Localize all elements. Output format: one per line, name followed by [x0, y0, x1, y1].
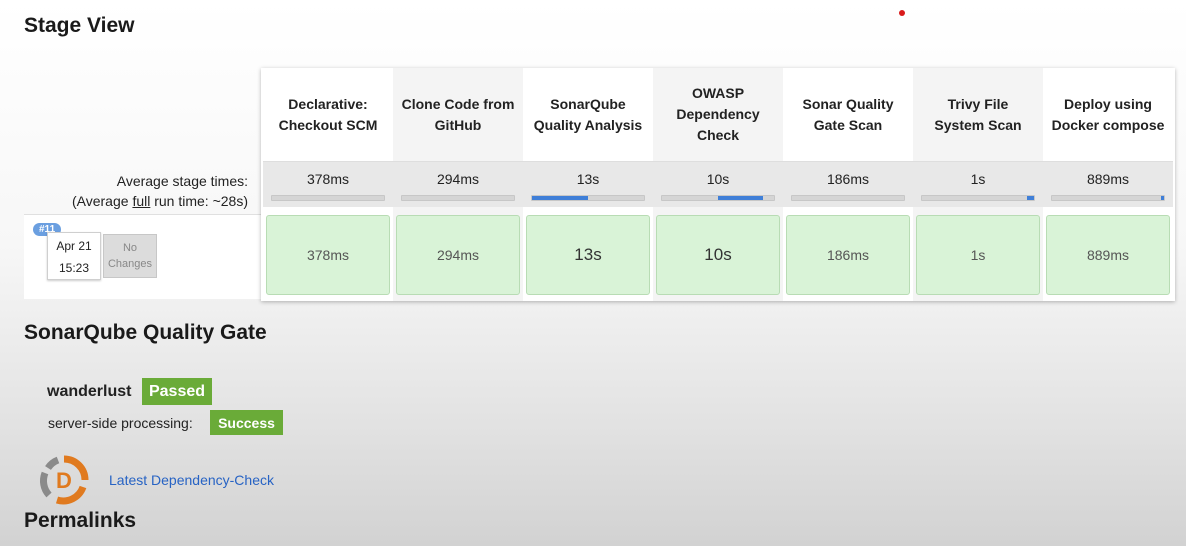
stage-column: SonarQube Quality Analysis 13s 13s [523, 68, 653, 301]
stage-column: Declarative: Checkout SCM 378ms 378ms [263, 68, 393, 301]
stage-progress-bar [661, 195, 775, 201]
quality-gate-status-badge: Passed [142, 378, 212, 405]
stage-average-value: 1s [970, 171, 986, 187]
dependency-check-logo-icon: D [40, 455, 89, 505]
stage-average-time: 10s [653, 161, 783, 207]
red-dot-indicator [899, 10, 905, 16]
sonarqube-quality-gate-title: SonarQube Quality Gate [24, 321, 267, 344]
stage-average-time: 13s [523, 161, 653, 207]
stage-average-time: 186ms [783, 161, 913, 207]
permalinks-title: Permalinks [24, 509, 137, 532]
stage-view-title: Stage View [24, 14, 135, 37]
stage-average-time: 294ms [393, 161, 523, 207]
stage-average-value: 294ms [436, 171, 480, 187]
stage-column: Sonar Quality Gate Scan 186ms 186ms [783, 68, 913, 301]
full-run-time-link[interactable]: full [132, 193, 150, 209]
stage-average-value: 10s [706, 171, 730, 187]
stage-result-cell[interactable]: 13s [526, 215, 650, 295]
stage-progress-fill [532, 196, 588, 200]
build-date: Apr 21 [56, 239, 92, 253]
no-changes-box[interactable]: No Changes [103, 234, 157, 278]
stage-progress-bar [271, 195, 385, 201]
stage-average-value: 889ms [1086, 171, 1130, 187]
quality-gate-project-name: wanderlust [47, 383, 132, 400]
build-row: #11 Apr 21 15:23 No Changes [24, 214, 261, 299]
server-side-processing-label: server-side processing: [48, 415, 193, 431]
stage-header: Sonar Quality Gate Scan [802, 95, 894, 133]
stage-progress-bar [1051, 195, 1165, 201]
stage-result-cell[interactable]: 10s [656, 215, 780, 295]
stage-progress-fill [1027, 196, 1034, 200]
stage-result-cell[interactable]: 294ms [396, 215, 520, 295]
stage-average-time: 378ms [263, 161, 393, 207]
stage-result-cell[interactable]: 378ms [266, 215, 390, 295]
stage-average-value: 186ms [826, 171, 870, 187]
stage-column: Deploy using Docker compose 889ms 889ms [1043, 68, 1173, 301]
latest-dependency-check-link[interactable]: Latest Dependency-Check [109, 472, 274, 488]
stage-header: Declarative: Checkout SCM [278, 95, 378, 133]
build-time: 15:23 [58, 261, 90, 275]
stage-progress-fill [1160, 196, 1164, 200]
stage-progress-bar [401, 195, 515, 201]
stage-progress-bar [531, 195, 645, 201]
stage-header: Deploy using Docker compose [1051, 95, 1165, 133]
stage-table: Declarative: Checkout SCM 378ms 378ms Clone… [261, 68, 1175, 301]
stage-average-time: 1s [913, 161, 1043, 207]
average-run-time-text: (Average full run time: ~28s) [71, 193, 248, 209]
stage-average-value: 13s [576, 171, 600, 187]
stage-result-cell[interactable]: 1s [916, 215, 1040, 295]
stage-result-cell[interactable]: 889ms [1046, 215, 1170, 295]
average-stage-times-text: Average stage times: [116, 173, 248, 189]
stage-header: Trivy File System Scan [934, 95, 1022, 133]
average-stage-times-label: Average stage times: (Average full run t… [72, 171, 248, 211]
build-date-box[interactable]: Apr 21 15:23 [47, 232, 101, 280]
stage-column: Clone Code from GitHub 294ms 294ms [393, 68, 523, 301]
stage-column: Trivy File System Scan 1s 1s [913, 68, 1043, 301]
stage-average-value: 378ms [306, 171, 350, 187]
stage-result-cell[interactable]: 186ms [786, 215, 910, 295]
stage-header: SonarQube Quality Analysis [533, 95, 643, 133]
server-side-processing-status-badge: Success [210, 410, 283, 435]
dependency-check-logo-letter: D [56, 468, 72, 493]
stage-column: OWASP Dependency Check 10s 10s [653, 68, 783, 301]
stage-average-time: 889ms [1043, 161, 1173, 207]
stage-progress-bar [791, 195, 905, 201]
stage-header: OWASP Dependency Check [676, 85, 760, 143]
stage-progress-bar [921, 195, 1035, 201]
stage-progress-fill [718, 196, 763, 200]
stage-header: Clone Code from GitHub [401, 95, 515, 133]
